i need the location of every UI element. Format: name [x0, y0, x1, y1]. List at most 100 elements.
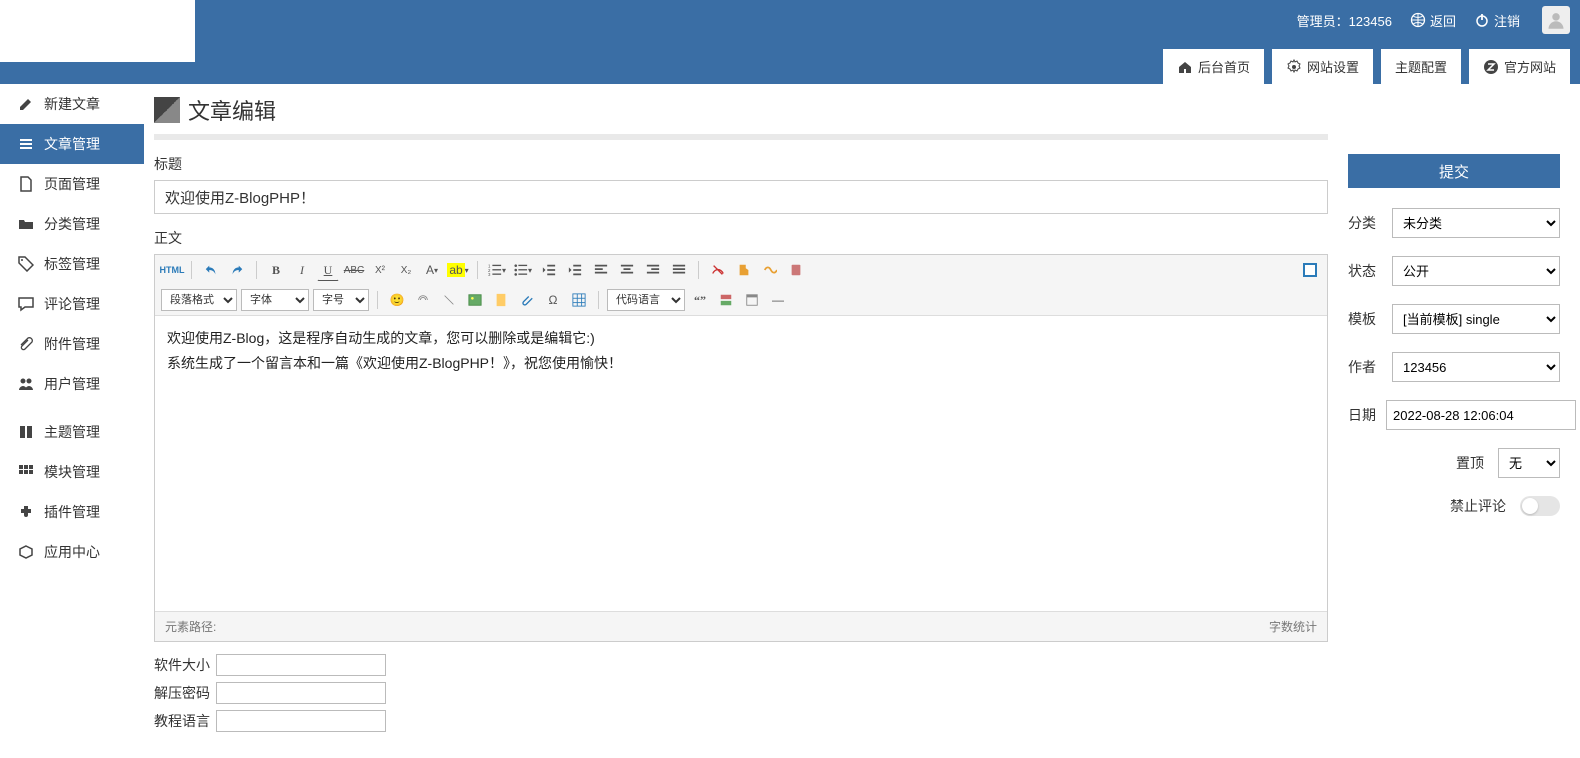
file-button[interactable]: [490, 289, 512, 311]
back-link[interactable]: 返回: [1410, 11, 1456, 30]
align-center-button[interactable]: [616, 259, 638, 281]
date-label: 日期: [1348, 405, 1376, 425]
editor-footer: 元素路径: 字数统计: [155, 611, 1327, 641]
forecolor-button[interactable]: A▾: [421, 259, 443, 281]
edit-icon: [154, 97, 180, 123]
tab-official[interactable]: 官方网站: [1469, 49, 1570, 84]
right-panel: 提交 分类 未分类 状态 公开 模板 [当前模板] single 作者 1234…: [1348, 94, 1560, 534]
paragraph-select[interactable]: 段落格式: [161, 289, 237, 311]
svg-text:3: 3: [488, 272, 491, 277]
category-select[interactable]: 未分类: [1392, 208, 1560, 238]
title-input[interactable]: [154, 180, 1328, 214]
font-select[interactable]: 字体: [241, 289, 309, 311]
subscript-button[interactable]: X₂: [395, 259, 417, 281]
template-label: 模板: [1348, 309, 1382, 329]
attach-button[interactable]: [516, 289, 538, 311]
removeformat-button[interactable]: [707, 259, 729, 281]
sidebar-item-comments: 评论管理: [18, 294, 126, 314]
symbol-button[interactable]: Ω: [542, 289, 564, 311]
table-button[interactable]: [568, 289, 590, 311]
extra-input-size[interactable]: [216, 654, 386, 676]
word-count[interactable]: 字数统计: [1269, 618, 1317, 635]
category-label: 分类: [1348, 213, 1382, 233]
sidebar-item-new-post: 新建文章: [18, 94, 126, 114]
divider: [154, 134, 1328, 140]
body-label: 正文: [154, 228, 1328, 248]
redo-button[interactable]: [226, 259, 248, 281]
admin-label: 管理员：123456: [1297, 11, 1392, 30]
template-button[interactable]: [741, 289, 763, 311]
underline-button[interactable]: U: [317, 259, 339, 281]
plugin-icon: [18, 504, 34, 520]
status-select[interactable]: 公开: [1392, 256, 1560, 286]
outdent-button[interactable]: [538, 259, 560, 281]
list-icon: [18, 136, 34, 152]
tab-dashboard[interactable]: 后台首页: [1163, 49, 1264, 84]
codelang-select[interactable]: 代码语言: [607, 289, 685, 311]
sidebar-item-users: 用户管理: [18, 374, 126, 394]
attach-icon: [18, 336, 34, 352]
user-icon: [18, 376, 34, 392]
pagebreak-button[interactable]: [715, 289, 737, 311]
align-right-button[interactable]: [642, 259, 664, 281]
folder-icon: [18, 216, 34, 232]
editor: HTML B I U ABC X² X₂ A▾ ab▾ 123▾ ▾: [154, 254, 1328, 642]
align-left-button[interactable]: [590, 259, 612, 281]
extra-input-lang[interactable]: [216, 710, 386, 732]
home-icon: [1177, 59, 1193, 75]
author-label: 作者: [1348, 357, 1382, 377]
nocomment-toggle[interactable]: [1520, 496, 1560, 516]
unlink-button[interactable]: [438, 289, 460, 311]
template-select[interactable]: [当前模板] single: [1392, 304, 1560, 334]
image-button[interactable]: [464, 289, 486, 311]
submit-button[interactable]: 提交: [1348, 154, 1560, 188]
header: 管理员：123456 返回 注销 后台首页 网站设置 主题配置: [0, 0, 1580, 84]
unordered-list-button[interactable]: ▾: [512, 259, 534, 281]
sidebar-item-modules: 模块管理: [18, 462, 126, 482]
avatar[interactable]: [1542, 6, 1570, 34]
emoji-button[interactable]: 🙂: [386, 289, 408, 311]
user-area: 管理员：123456 返回 注销: [1297, 6, 1570, 34]
italic-button[interactable]: I: [291, 259, 313, 281]
autotypeset-button[interactable]: [759, 259, 781, 281]
editor-body[interactable]: 欢迎使用Z-Blog，这是程序自动生成的文章，您可以删除或是编辑它:) 系统生成…: [155, 316, 1327, 611]
pasteplain-button[interactable]: [785, 259, 807, 281]
bold-button[interactable]: B: [265, 259, 287, 281]
backcolor-button[interactable]: ab▾: [447, 259, 469, 281]
zblog-icon: [1483, 59, 1499, 75]
sticky-select[interactable]: 无: [1498, 448, 1560, 478]
globe-icon: [1410, 12, 1426, 28]
extra-input-pwd[interactable]: [216, 682, 386, 704]
sidebar-item-tags: 标签管理: [18, 254, 126, 274]
sidebar-item-themes: 主题管理: [18, 422, 126, 442]
undo-button[interactable]: [200, 259, 222, 281]
hr-button[interactable]: —: [767, 289, 789, 311]
indent-button[interactable]: [564, 259, 586, 281]
superscript-button[interactable]: X²: [369, 259, 391, 281]
title-label: 标题: [154, 154, 1328, 174]
blockquote-button[interactable]: “”: [689, 289, 711, 311]
strike-button[interactable]: ABC: [343, 259, 365, 281]
edit-icon: [18, 96, 34, 112]
align-justify-button[interactable]: [668, 259, 690, 281]
extra-fields: 软件大小 解压密码 教程语言: [154, 654, 1328, 732]
sidebar-item-plugins: 插件管理: [18, 502, 126, 522]
author-select[interactable]: 123456: [1392, 352, 1560, 382]
link-button[interactable]: [412, 289, 434, 311]
source-button[interactable]: HTML: [161, 259, 183, 281]
extra-label-lang: 教程语言: [154, 711, 216, 731]
date-input[interactable]: [1386, 400, 1576, 430]
tab-settings[interactable]: 网站设置: [1272, 49, 1373, 84]
logout-link[interactable]: 注销: [1474, 11, 1520, 30]
module-icon: [18, 464, 34, 480]
formatmatch-button[interactable]: [733, 259, 755, 281]
fontsize-select[interactable]: 字号: [313, 289, 369, 311]
theme-icon: [18, 424, 34, 440]
logo: [0, 0, 195, 62]
ordered-list-button[interactable]: 123▾: [486, 259, 508, 281]
tab-theme-config[interactable]: 主题配置: [1381, 49, 1461, 84]
element-path: 元素路径:: [165, 618, 216, 635]
fullscreen-button[interactable]: [1299, 259, 1321, 281]
extra-label-pwd: 解压密码: [154, 683, 216, 703]
comment-icon: [18, 296, 34, 312]
